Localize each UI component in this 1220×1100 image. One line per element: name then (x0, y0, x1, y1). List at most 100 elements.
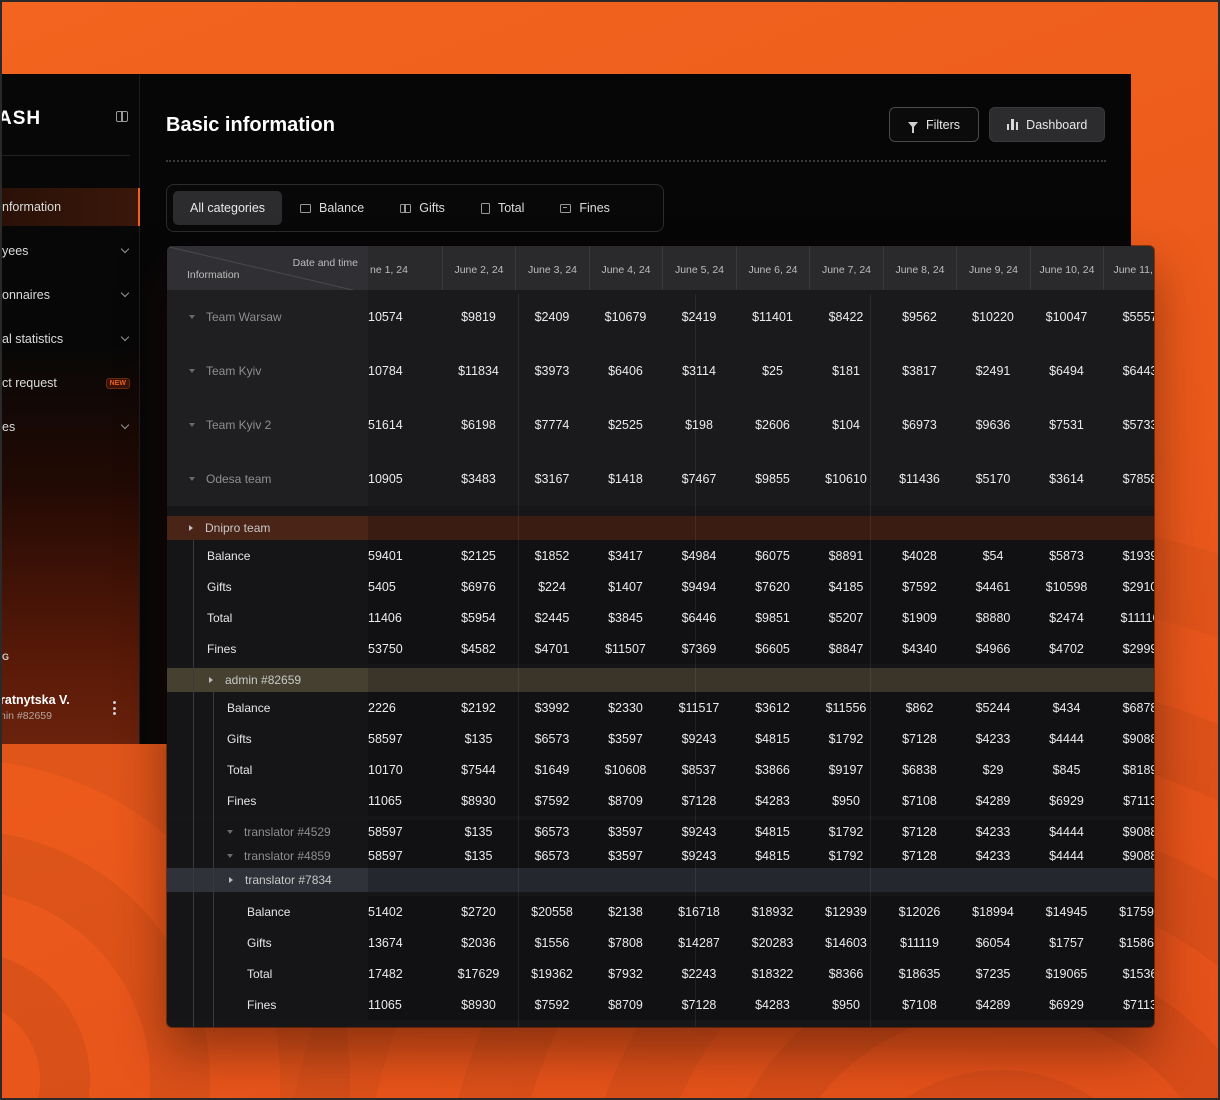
caret-down-icon[interactable] (227, 830, 233, 834)
caret-down-icon[interactable] (189, 369, 195, 373)
table-row[interactable]: Team Kyiv 10784 $11834 $3973 $6406 $3114 $25 $1… (167, 344, 1154, 398)
value-cell: $8366 (828, 966, 864, 981)
expandable-group-row[interactable]: admin #82659 (167, 668, 1154, 692)
value-cell: $14945 (1045, 904, 1088, 919)
tab-fines[interactable]: Fines (542, 191, 628, 225)
date-column-header[interactable]: June 6, 24 (736, 246, 809, 294)
value-cell: $7858 (1122, 472, 1154, 486)
value-cell: $4701 (534, 641, 570, 656)
row-label-text: translator #4529 (244, 825, 331, 839)
value-cell: 10905 (368, 472, 403, 486)
value-cell: $1792 (828, 731, 864, 746)
value-cell: $2491 (975, 364, 1011, 378)
column-guide-line (870, 294, 871, 1027)
date-column-header[interactable]: June 3, 24 (515, 246, 589, 294)
date-column-header[interactable]: June 5, 24 (662, 246, 736, 294)
table-row[interactable]: Odesa team 10905 $3483 $3167 $1418 $7467 $9855… (167, 452, 1154, 506)
value-cell: $3866 (755, 762, 790, 777)
row-label: Odesa team (189, 452, 271, 506)
caret-right-icon[interactable] (229, 877, 233, 883)
tab-balance[interactable]: Balance (282, 191, 382, 225)
value-cell: $11116 (1120, 610, 1154, 625)
value-cell: 53750 (368, 641, 403, 656)
value-cell: $4289 (975, 793, 1011, 808)
value-cell: $10047 (1045, 310, 1088, 324)
date-column-header[interactable]: June 7, 24 (809, 246, 883, 294)
row-label-text: Balance (207, 548, 251, 563)
date-column-header[interactable]: June 11, 24 (1103, 246, 1154, 294)
value-cell: $7108 (902, 997, 937, 1012)
table-row[interactable]: translator #4529 58597 $135 $6573 $3597 $9243… (167, 820, 1154, 844)
sidebar-item-request[interactable]: ct request NEW (2, 364, 140, 402)
value-cell: $6443 (1122, 364, 1154, 378)
value-cell: $18932 (751, 904, 794, 919)
value-cell: $6878 (1122, 700, 1154, 715)
table-row: Total 10170 $7544 $1649 $10608 $8537 $3866 $919… (167, 754, 1154, 785)
row-label-text: Fines (207, 641, 237, 656)
tab-total[interactable]: Total (463, 191, 542, 225)
table-row[interactable]: Team Kyiv 2 51614 $6198 $7774 $2525 $198 $2606… (167, 398, 1154, 452)
tab-all-categories[interactable]: All categories (173, 191, 283, 225)
value-cell: $9851 (755, 610, 790, 625)
value-cell: $8537 (681, 762, 717, 777)
value-cell: $5207 (828, 610, 864, 625)
value-cell: $18635 (898, 966, 941, 981)
value-cell: $3597 (608, 731, 643, 746)
row-label: Team Warsaw (189, 290, 282, 344)
caret-down-icon[interactable] (227, 854, 233, 858)
date-column-header[interactable]: June 4, 24 (589, 246, 662, 294)
caret-down-icon[interactable] (189, 477, 195, 481)
row-label-text: Gifts (247, 935, 272, 950)
value-cell: $3992 (534, 700, 570, 715)
expandable-group-row[interactable]: translator #7834 (167, 868, 1154, 892)
value-cell: $19362 (531, 966, 573, 981)
value-cell: $2525 (608, 418, 643, 432)
value-cell: $4283 (755, 997, 790, 1012)
row-label: translator #4859 (227, 844, 331, 868)
row-label: Total (207, 602, 232, 633)
row-label: Balance (227, 692, 270, 723)
sidebar-item-statistics[interactable]: al statistics (2, 320, 140, 358)
value-cell: 58597 (368, 849, 403, 863)
sidebar: ASH nformation yees onnaires al statisti… (2, 74, 140, 744)
caret-right-icon[interactable] (189, 525, 193, 531)
row-label-cell (167, 723, 368, 754)
tab-gifts[interactable]: Gifts (382, 191, 463, 225)
value-cell: $11834 (458, 364, 499, 378)
row-label-text: Odesa team (206, 472, 272, 486)
sidebar-item-questionnaires[interactable]: onnaires (2, 276, 140, 314)
value-cell: $6929 (1049, 793, 1084, 808)
filters-button[interactable]: Filters (889, 107, 979, 142)
dashboard-button[interactable]: Dashboard (989, 107, 1105, 142)
value-cell: $2330 (608, 700, 643, 715)
value-cell: $6973 (902, 418, 937, 432)
sidebar-collapse-icon[interactable] (116, 111, 128, 122)
user-menu-icon[interactable] (111, 701, 117, 715)
value-cell: $17599 (1119, 904, 1154, 919)
value-cell: $4233 (975, 849, 1011, 863)
sidebar-item-basic-information[interactable]: nformation (2, 188, 140, 226)
date-column-header[interactable]: June 2, 24 (442, 246, 515, 294)
caret-right-icon[interactable] (209, 677, 213, 683)
value-cell: $3817 (902, 364, 937, 378)
value-cell: $4966 (975, 641, 1011, 656)
table-row[interactable]: Team Warsaw 10574 $9819 $2409 $10679 $2419 $11… (167, 290, 1154, 344)
row-label-text: Total (247, 966, 273, 981)
value-cell: $7369 (681, 641, 717, 656)
sidebar-item-more[interactable]: es (2, 408, 140, 446)
value-cell: $8891 (828, 548, 864, 563)
value-cell: $1407 (608, 579, 643, 594)
caret-down-icon[interactable] (189, 423, 195, 427)
value-cell: $3612 (755, 700, 790, 715)
date-column-header[interactable]: June 8, 24 (883, 246, 956, 294)
value-cell: 11065 (368, 793, 402, 808)
expandable-group-row[interactable]: Dnipro team (167, 516, 1154, 540)
value-cell: $135 (464, 825, 493, 839)
sidebar-item-employees[interactable]: yees (2, 232, 140, 270)
caret-down-icon[interactable] (189, 315, 195, 319)
date-column-header[interactable]: June 10, 24 (1030, 246, 1103, 294)
date-column-header[interactable]: June 9, 24 (956, 246, 1030, 294)
value-cell: 58597 (368, 825, 403, 839)
date-column-header[interactable]: ne 1, 24 (368, 246, 442, 294)
table-row[interactable]: translator #4859 58597 $135 $6573 $3597 $9243… (167, 844, 1154, 868)
